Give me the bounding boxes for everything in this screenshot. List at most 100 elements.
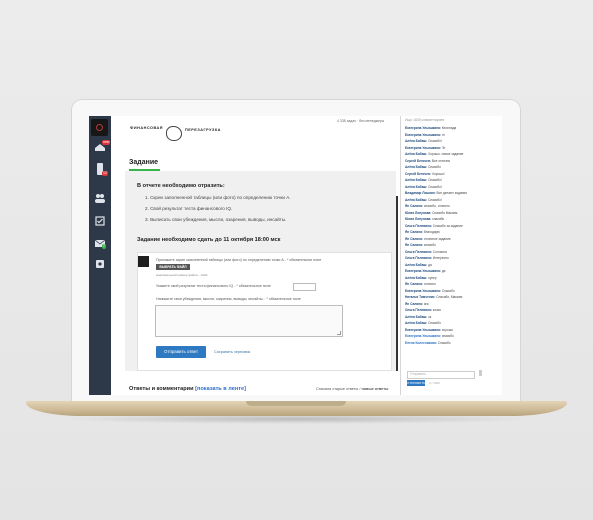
chat-author[interactable]: Алёна Бабаш:: [405, 178, 427, 182]
task-list: 1. Скрин заполненной таблицы (или фото) …: [145, 195, 291, 228]
chat-input-placeholder: Отправить: [410, 372, 426, 376]
chat-text: ок: [428, 314, 432, 319]
chat-author[interactable]: Ян Салина:: [405, 302, 423, 306]
chat-text: ага: [423, 301, 429, 306]
answers-heading: Ответы и комментарии [показать в ленте]: [129, 386, 246, 392]
brand-name-line1: ФИНАНСОВАЯ: [130, 126, 163, 130]
chat-author[interactable]: Алёна Бабаш:: [405, 165, 427, 169]
settings-icon[interactable]: [94, 259, 106, 269]
answers-title: Ответы и комментарии: [129, 386, 194, 392]
app-logo[interactable]: [91, 119, 108, 136]
laptop-notch: [246, 401, 346, 406]
beliefs-textarea[interactable]: [155, 305, 343, 337]
chat-text: Спасибо, Максим: [436, 295, 463, 299]
left-sidebar: new 12 7: [89, 116, 111, 395]
sort-new-link[interactable]: новые ответы: [361, 387, 388, 391]
list-item: 3. Выписать свои убеждения, мысли, озаре…: [145, 217, 287, 222]
chat-text: хорошо: [441, 327, 454, 332]
brand-name-line2: ПЕРЕЗАГРУЗКА: [185, 128, 221, 132]
chat-feed: Екатерина Ульяшкина: Кеоплада Екатерина У…: [405, 126, 500, 347]
chat-author[interactable]: Алёна Бабаш:: [405, 152, 427, 156]
chat-author[interactable]: Ян Салина:: [405, 243, 423, 247]
checkbox-icon[interactable]: [94, 216, 106, 226]
chat-author[interactable]: Екатерина Ульяшкина:: [405, 269, 441, 273]
chat-author[interactable]: Ольга Пелевина:: [405, 256, 432, 260]
chat-author[interactable]: Екатерина Ульяшкина:: [405, 133, 441, 137]
chat-text: Хорошо. новое задание: [428, 152, 464, 156]
panel-divider: [400, 116, 401, 395]
chat-header: Ищи 1835 комментариев: [405, 118, 445, 122]
choose-file-button[interactable]: ВЫБРАТЬ ФАЙЛ: [156, 264, 190, 270]
list-item: 2. Свой результат теста финансового IQ.: [145, 206, 233, 211]
chat-text: спасибо: [441, 334, 454, 338]
submit-answer-button[interactable]: Отправить ответ: [156, 346, 206, 358]
list-item: 1. Скрин заполненной таблицы (или фото) …: [145, 195, 291, 200]
page-title: Задание: [129, 159, 159, 166]
chat-text: Кеоплада: [441, 126, 457, 130]
chat-author[interactable]: Елена Колесникова:: [405, 341, 437, 345]
iq-result-input[interactable]: [293, 283, 316, 291]
chat-text: спасибо, отлично: [423, 204, 450, 208]
chat-author[interactable]: Екатерина Ульяшкина:: [405, 328, 441, 332]
chat-text: да: [428, 262, 432, 267]
chat-scrollbar[interactable]: [479, 370, 482, 376]
chat-text: да: [441, 269, 446, 273]
show-in-feed-link[interactable]: [показать в ленте]: [195, 386, 246, 392]
chat-author[interactable]: Екатерина Ульяшкина:: [405, 334, 441, 338]
chat-text: Все отлично: [431, 158, 451, 163]
chat-message: Елена Колесникова: Спасибо: [405, 341, 500, 348]
chat-author[interactable]: Сергей Бегичев:: [405, 172, 431, 176]
chat-author[interactable]: Ян Салина:: [405, 204, 423, 208]
chat-send-button[interactable]: ОТПРАВИТЬ: [407, 380, 425, 386]
task-heading: В отчете необходимо отразить:: [137, 183, 225, 189]
chat-author[interactable]: Алёна Бабаш:: [405, 315, 427, 319]
chat-author[interactable]: Алёна Бабаш:: [405, 276, 427, 280]
chat-text: Спасибо: [428, 165, 441, 169]
iq-label: Укажите свой результат теста финансового…: [156, 284, 271, 288]
chat-text: Интересно: [432, 256, 449, 260]
chat-author[interactable]: Ян Салина:: [405, 237, 423, 241]
attach-label: Приложите скрин заполненной таблицы (или…: [156, 258, 322, 262]
chat-author[interactable]: Ольга Пелевина:: [405, 250, 432, 254]
chat-author[interactable]: Ольга Пелевина:: [405, 308, 432, 312]
chat-author[interactable]: Юлия Лопухова:: [405, 211, 431, 215]
chat-author[interactable]: Сергей Бегичев:: [405, 159, 431, 163]
chat-author[interactable]: Ольга Пелевина:: [405, 224, 432, 228]
chat-text: Спасибо!: [428, 139, 442, 143]
chat-author[interactable]: Екатерина Ульяшкина:: [405, 146, 441, 150]
chat-author[interactable]: Алёна Бабаш:: [405, 321, 427, 325]
chat-text: Спасибо за задание: [432, 223, 463, 228]
beliefs-label: Напишите свои убеждения, мысли, озарения…: [156, 297, 301, 301]
laptop-screen: new 12 7 ФИНАНСОВАЯ ПЕРЕЗАГРУЗКА 4 335 з…: [89, 116, 502, 395]
chat-author[interactable]: Алёна Бабаш:: [405, 185, 427, 189]
save-draft-link[interactable]: Сохранить черновик: [214, 350, 250, 354]
chat-author[interactable]: Екатерина Ульяшкина:: [405, 126, 441, 130]
chat-text: Спасибо!: [428, 197, 442, 202]
sort-old-link[interactable]: Сначала старые ответы: [316, 387, 358, 391]
chat-author[interactable]: Юлия Лопухова:: [405, 217, 431, 221]
chat-text: Спасибо: [428, 321, 441, 325]
chat-text: благодарю: [423, 230, 440, 234]
brand-logo-icon: [166, 126, 182, 141]
sidebar-badge: new: [102, 140, 111, 145]
chat-author[interactable]: Ян Салина:: [405, 282, 423, 286]
chat-author[interactable]: Наталья Тимченко:: [405, 295, 435, 299]
chat-text: спасибо: [432, 217, 445, 221]
chat-author[interactable]: Ян Салина:: [405, 230, 423, 234]
chat-text: отличное задание: [423, 236, 451, 241]
sidebar-badge: 12: [102, 171, 108, 176]
chat-author[interactable]: Владимир Лошкин:: [405, 191, 436, 195]
chat-author[interactable]: Алёна Бабаш:: [405, 139, 427, 143]
deadline-text: Задание необходимо сдать до 11 октября 1…: [137, 237, 281, 243]
chat-author[interactable]: Алёна Бабаш:: [405, 263, 427, 267]
sort-links: Сначала старые ответы / новые ответы: [316, 387, 388, 391]
main-scrollbar[interactable]: [396, 196, 398, 371]
header-stat: 4 335 задач · без менеджера: [337, 119, 384, 123]
chat-author[interactable]: Алёна Бабаш:: [405, 198, 427, 202]
chat-text: Спасибо!: [428, 184, 442, 189]
chat-text: супер: [428, 275, 437, 280]
chat-text: класс: [432, 308, 442, 312]
users-icon[interactable]: [94, 193, 106, 203]
sidebar-badge: 7: [102, 244, 106, 249]
chat-author[interactable]: Екатерина Ульяшкина:: [405, 289, 441, 293]
